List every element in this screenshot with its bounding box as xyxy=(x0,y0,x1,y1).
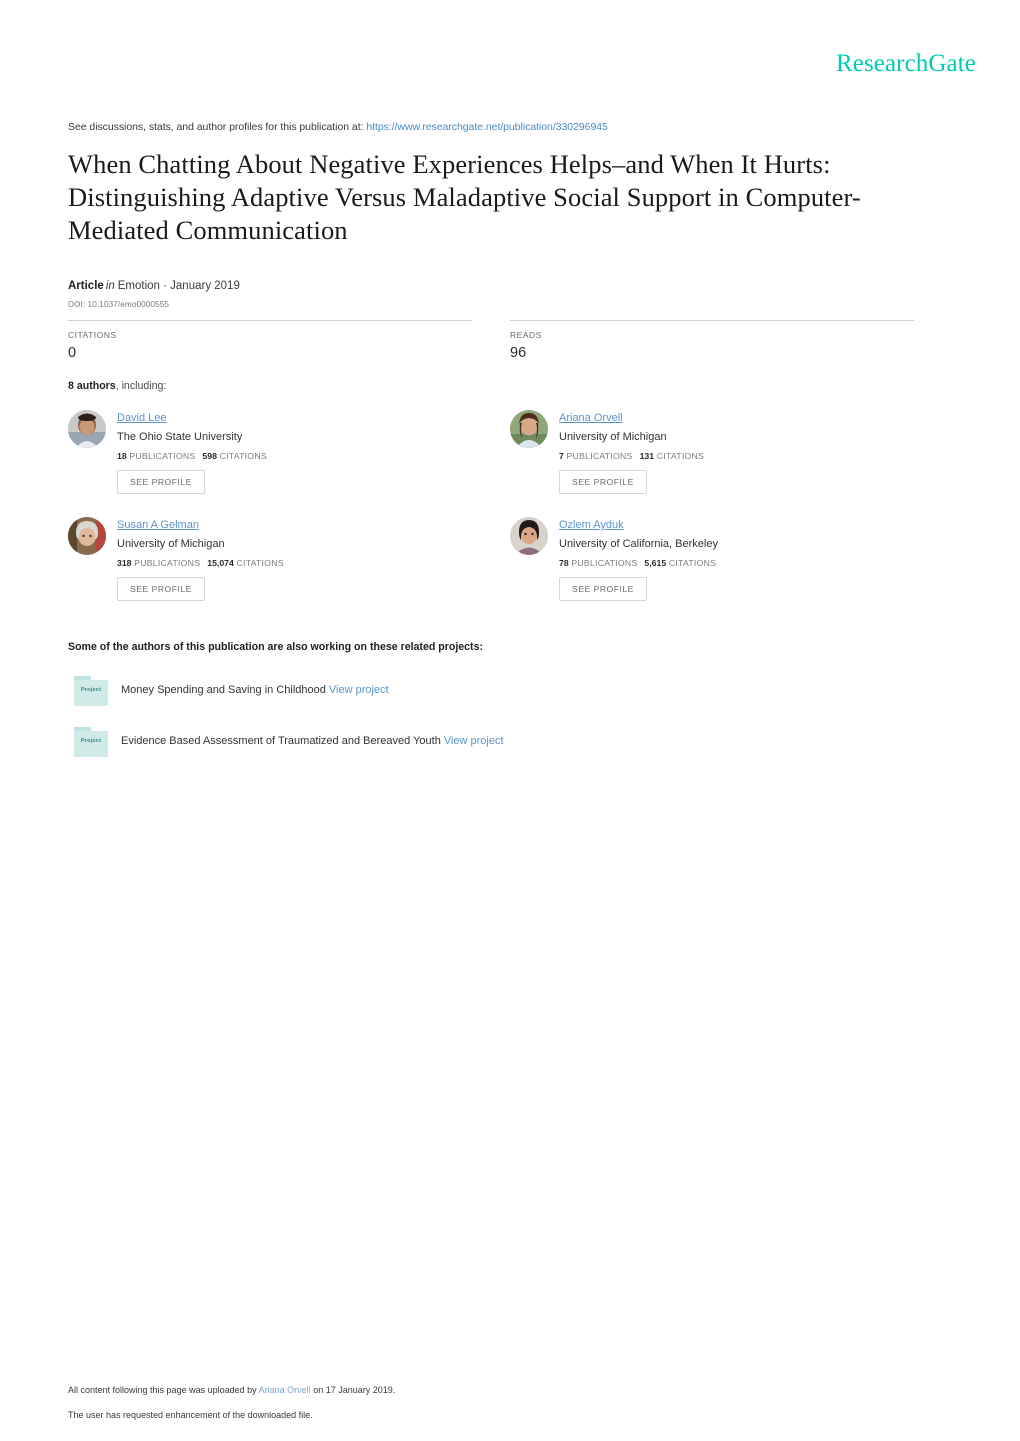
see-profile-button[interactable]: SEE PROFILE xyxy=(559,577,647,601)
author-publications-count: 318 xyxy=(117,558,132,568)
project-text: Evidence Based Assessment of Traumatized… xyxy=(121,735,504,747)
reads-value: 96 xyxy=(510,345,527,361)
article-venue: Emotion · January 2019 xyxy=(117,280,240,292)
reads-label: READS xyxy=(510,330,542,340)
citations-value: 0 xyxy=(68,345,77,361)
author-citations-count: 15,074 xyxy=(207,558,234,568)
author-card: David Lee The Ohio State University 18 P… xyxy=(68,408,498,508)
author-citations-label: CITATIONS xyxy=(668,558,717,568)
project-folder-label: Project xyxy=(80,687,102,693)
author-publications-count: 78 xyxy=(559,558,569,568)
avatar-photo-icon xyxy=(68,517,106,555)
project-folder-icon: Project xyxy=(74,727,108,757)
avatar-photo-icon xyxy=(68,410,106,448)
footer-upload-prefix: All content following this page was uplo… xyxy=(68,1385,257,1395)
author-name-link[interactable]: Ozlem Ayduk xyxy=(559,519,624,531)
researchgate-logo[interactable]: ResearchGate xyxy=(836,50,976,78)
author-publications-label: PUBLICATIONS xyxy=(134,558,201,568)
see-profile-button[interactable]: SEE PROFILE xyxy=(559,470,647,494)
author-card: Susan A Gelman University of Michigan 31… xyxy=(68,515,498,615)
avatar[interactable] xyxy=(68,517,106,555)
author-card: Ozlem Ayduk University of California, Be… xyxy=(510,515,940,615)
author-name-link[interactable]: Ariana Orvell xyxy=(559,412,623,424)
author-citations-count: 5,615 xyxy=(644,558,667,568)
avatar-photo-icon xyxy=(510,517,548,555)
divider xyxy=(510,320,914,321)
discussion-prefix: See discussions, stats, and author profi… xyxy=(68,121,364,133)
project-folder-icon: Project xyxy=(74,676,108,706)
author-publications-count: 18 xyxy=(117,451,127,461)
authors-heading: 8 authors, including: xyxy=(68,380,166,392)
author-stats: 18 PUBLICATIONS 598 CITATIONS xyxy=(117,451,497,461)
article-doi: DOI: 10.1037/emo0000555 xyxy=(68,300,170,309)
author-citations-label: CITATIONS xyxy=(236,558,284,568)
author-citations-label: CITATIONS xyxy=(656,451,705,461)
author-affiliation: University of Michigan xyxy=(117,538,225,550)
authors-count: 8 authors xyxy=(68,380,116,392)
author-details: Ariana Orvell University of Michigan 7 P… xyxy=(559,408,939,494)
project-title: Evidence Based Assessment of Traumatized… xyxy=(121,735,441,747)
related-projects-heading: Some of the authors of this publication … xyxy=(68,641,483,653)
avatar[interactable] xyxy=(510,517,548,555)
see-profile-button[interactable]: SEE PROFILE xyxy=(117,470,205,494)
author-name-link[interactable]: Susan A Gelman xyxy=(117,519,199,531)
author-stats: 318 PUBLICATIONS 15,074 CITATIONS xyxy=(117,558,497,568)
author-details: Ozlem Ayduk University of California, Be… xyxy=(559,515,939,601)
author-citations-label: CITATIONS xyxy=(219,451,267,461)
stat-block-citations: CITATIONS 0 xyxy=(68,320,472,361)
avatar[interactable] xyxy=(510,410,548,448)
see-profile-button[interactable]: SEE PROFILE xyxy=(117,577,205,601)
author-publications-count: 7 xyxy=(559,451,564,461)
avatar-photo-icon xyxy=(510,410,548,448)
publication-cover-page: ResearchGate See discussions, stats, and… xyxy=(0,0,1020,1441)
author-affiliation: University of California, Berkeley xyxy=(559,538,718,550)
footer-author-link[interactable]: Ariana Orvell xyxy=(259,1385,311,1395)
author-affiliation: University of Michigan xyxy=(559,431,667,443)
avatar[interactable] xyxy=(68,410,106,448)
author-stats: 7 PUBLICATIONS 131 CITATIONS xyxy=(559,451,939,461)
author-name-link[interactable]: David Lee xyxy=(117,412,167,424)
project-title: Money Spending and Saving in Childhood xyxy=(121,684,326,696)
view-project-link[interactable]: View project xyxy=(444,735,504,747)
article-meta: Article in Emotion · January 2019 xyxy=(68,280,240,292)
authors-heading-suffix: , including: xyxy=(115,380,167,392)
author-details: David Lee The Ohio State University 18 P… xyxy=(117,408,497,494)
page-title: When Chatting About Negative Experiences… xyxy=(68,149,861,245)
footer-upload-line: All content following this page was uplo… xyxy=(68,1385,395,1395)
project-text: Money Spending and Saving in Childhood Vi… xyxy=(121,684,389,696)
project-folder-label: Project xyxy=(80,738,102,744)
article-type: Article xyxy=(68,280,104,292)
author-stats: 78 PUBLICATIONS 5,615 CITATIONS xyxy=(559,558,939,568)
author-details: Susan A Gelman University of Michigan 31… xyxy=(117,515,497,601)
publication-url-link[interactable]: https://www.researchgate.net/publication… xyxy=(366,121,608,133)
author-affiliation: The Ohio State University xyxy=(117,431,243,443)
footer-upload-suffix: on 17 January 2019. xyxy=(313,1385,396,1395)
stat-block-reads: READS 96 xyxy=(510,320,914,361)
author-citations-count: 131 xyxy=(639,451,655,461)
author-publications-label: PUBLICATIONS xyxy=(566,451,633,461)
author-card: Ariana Orvell University of Michigan 7 P… xyxy=(510,408,940,508)
author-publications-label: PUBLICATIONS xyxy=(129,451,196,461)
discussion-line: See discussions, stats, and author profi… xyxy=(68,121,608,133)
author-citations-count: 598 xyxy=(202,451,217,461)
article-in-word: in xyxy=(105,280,115,292)
divider xyxy=(68,320,472,321)
citations-label: CITATIONS xyxy=(68,330,117,340)
author-publications-label: PUBLICATIONS xyxy=(571,558,638,568)
footer-enhancement-note: The user has requested enhancement of th… xyxy=(68,1410,313,1420)
view-project-link[interactable]: View project xyxy=(329,684,389,696)
